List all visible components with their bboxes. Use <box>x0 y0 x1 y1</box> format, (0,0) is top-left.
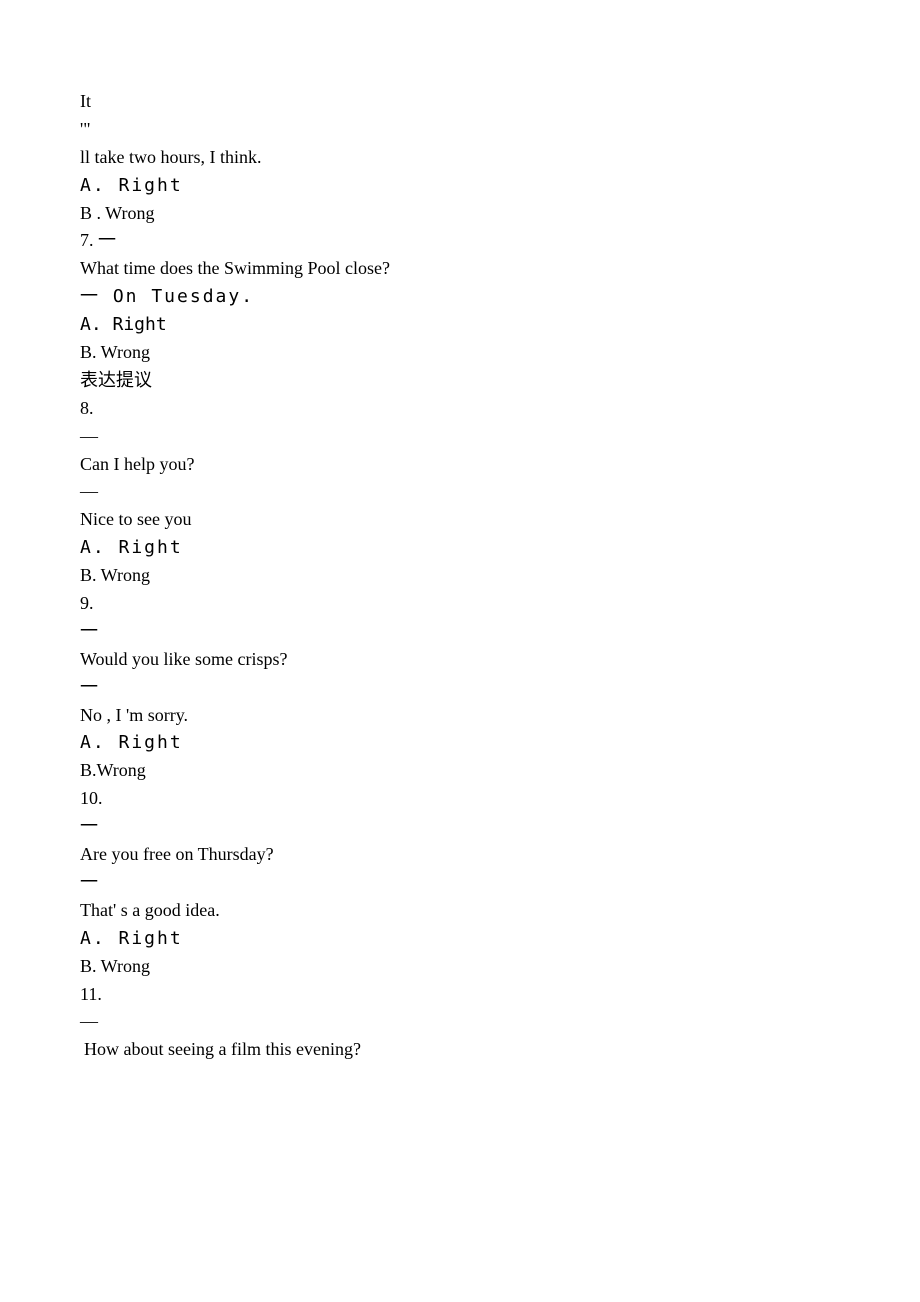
question-text: How about seeing a film this evening? <box>80 1036 840 1064</box>
section-header: 表达提议 <box>80 367 840 395</box>
answer-text: That' s a good idea. <box>80 897 840 925</box>
text-line: ll take two hours, I think. <box>80 144 840 172</box>
option-b: B.Wrong <box>80 757 840 785</box>
answer-text: Nice to see you <box>80 506 840 534</box>
option-a: A. Right <box>80 172 840 200</box>
dash-line: — <box>80 478 840 506</box>
option-b: B. Wrong <box>80 953 840 981</box>
option-a: A. Right <box>80 311 840 339</box>
option-b: B. Wrong <box>80 339 840 367</box>
option-b: B. Wrong <box>80 562 840 590</box>
question-number: 9. <box>80 590 840 618</box>
dash-line: 一 <box>80 869 840 897</box>
dash-line: 一 <box>80 813 840 841</box>
option-a: A. Right <box>80 534 840 562</box>
dash-line: — <box>80 423 840 451</box>
text-line: It <box>80 88 840 116</box>
question-number: 7. 一 <box>80 227 840 255</box>
option-a: A. Right <box>80 729 840 757</box>
document-page: It '" ll take two hours, I think. A. Rig… <box>0 0 920 1302</box>
answer-text: No , I 'm sorry. <box>80 702 840 730</box>
question-text: Would you like some crisps? <box>80 646 840 674</box>
question-number: 11. <box>80 981 840 1009</box>
option-b: B . Wrong <box>80 200 840 228</box>
answer-text: 一 On Tuesday. <box>80 283 840 311</box>
question-text: Can I help you? <box>80 451 840 479</box>
question-number: 10. <box>80 785 840 813</box>
text-line: '" <box>80 116 840 144</box>
question-text: What time does the Swimming Pool close? <box>80 255 840 283</box>
dash-line: 一 <box>80 618 840 646</box>
dash-line: 一 <box>80 674 840 702</box>
question-text: Are you free on Thursday? <box>80 841 840 869</box>
dash-line: — <box>80 1008 840 1036</box>
question-number: 8. <box>80 395 840 423</box>
option-a: A. Right <box>80 925 840 953</box>
